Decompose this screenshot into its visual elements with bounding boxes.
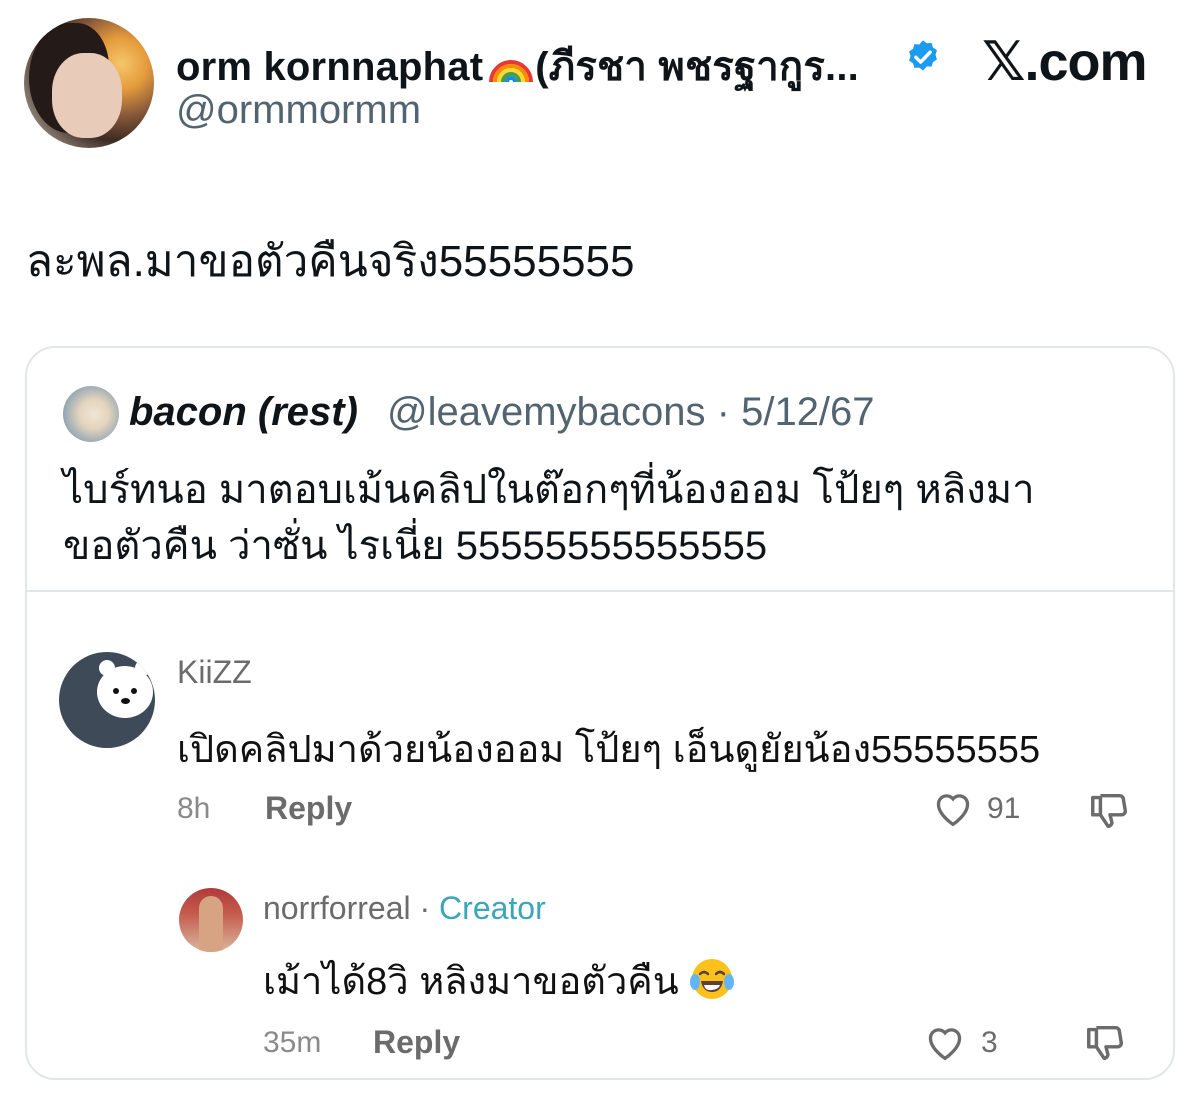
creator-comment-time: 35m: [263, 1026, 322, 1059]
author-avatar[interactable]: [24, 18, 154, 148]
author-name-text: orm kornnaphat: [176, 45, 484, 89]
creator-avatar[interactable]: [179, 888, 243, 952]
comment-username[interactable]: KiiZZ: [177, 654, 252, 691]
tears-of-joy-emoji: [689, 959, 734, 999]
heart-icon[interactable]: [931, 788, 975, 828]
author-handle[interactable]: @ormmormm: [176, 88, 421, 133]
username-separator: ·: [410, 890, 440, 926]
quote-text: ไบร์ทนอ มาตอบเม้นคลิปในต๊อกๆที่น้องออม โ…: [63, 468, 1035, 568]
creator-badge: Creator: [439, 890, 546, 926]
quote-author-name[interactable]: bacon (rest): [129, 390, 358, 435]
thumbs-down-icon[interactable]: [1083, 1020, 1129, 1066]
bear-mask: [97, 660, 153, 718]
quote-handle-date: @leavemybacons · 5/12/67: [387, 390, 875, 434]
quoted-post-card[interactable]: bacon (rest) @leavemybacons · 5/12/67 ไบ…: [25, 346, 1175, 1080]
bear-eye: [113, 688, 119, 694]
comment-time: 8h: [177, 792, 211, 825]
quote-name-text: bacon (rest): [129, 390, 358, 434]
quote-avatar[interactable]: [63, 386, 119, 442]
comment-text: เปิดคลิปมาด้วยน้องออม โป้ยๆ เอ็นดูยัยน้อ…: [177, 729, 1041, 771]
creator-comment-text: เม้าได้8วิ หลิงมาขอตัวคืน: [263, 961, 679, 1003]
x-logo: 𝕏.com: [982, 32, 1148, 92]
avatar-face: [52, 53, 122, 138]
heart-icon[interactable]: [923, 1022, 967, 1062]
like-count: 91: [987, 792, 1021, 825]
like-count: 3: [981, 1026, 998, 1059]
comment-avatar[interactable]: [59, 652, 155, 748]
bear-nose: [121, 698, 130, 704]
author-name-suffix: (ภีรชา พชรฐากูร...: [535, 45, 859, 89]
quote-divider: [27, 590, 1173, 592]
creator-comment: เม้าได้8วิ หลิงมาขอตัวคืน: [263, 950, 735, 1011]
tweet-text: ละพล.มาขอตัวคืนจริง55555555: [26, 237, 635, 286]
creator-username: norrforreal: [263, 890, 411, 926]
avatar-person: [199, 896, 223, 952]
reply-button[interactable]: Reply: [373, 1024, 460, 1061]
rainbow-emoji: [489, 60, 534, 83]
verified-badge-icon: [909, 40, 937, 71]
thumbs-down-icon[interactable]: [1087, 788, 1133, 834]
reply-button[interactable]: Reply: [265, 790, 352, 827]
bear-eye: [131, 688, 137, 694]
creator-username-line[interactable]: norrforreal · Creator: [263, 890, 546, 927]
